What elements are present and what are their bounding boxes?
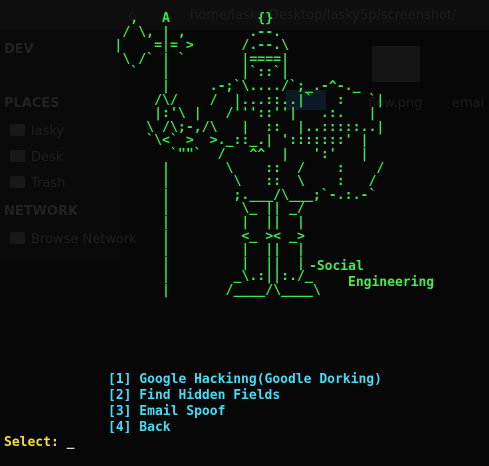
trash-icon: [10, 176, 25, 188]
banner-signature-prefix: -Social: [309, 259, 364, 274]
folder-icon: [10, 124, 25, 136]
option-menu: [1] Google Hackinng(Goodle Dorking) [2] …: [108, 372, 382, 436]
select-prompt[interactable]: Select: _: [4, 435, 74, 450]
text-cursor: _: [66, 435, 75, 450]
menu-option-back[interactable]: [4] Back: [108, 420, 382, 436]
menu-option-find-hidden-fields[interactable]: [2] Find Hidden Fields: [108, 388, 382, 404]
menu-option-email-spoof[interactable]: [3] Email Spoof: [108, 404, 382, 420]
folder-icon: [10, 150, 25, 162]
banner-signature-suffix: Engineering: [348, 275, 435, 290]
network-icon: [10, 232, 25, 244]
prompt-label: Select:: [4, 435, 59, 450]
menu-option-google-hacking[interactable]: [1] Google Hackinng(Goodle Dorking): [108, 372, 382, 388]
knight-ascii-art: , A {} / \, | , .--. | =|= > /.--.\ \ /`…: [114, 11, 385, 298]
background-file-name: emai: [452, 96, 485, 111]
background-section-devices: DEV: [4, 42, 34, 57]
